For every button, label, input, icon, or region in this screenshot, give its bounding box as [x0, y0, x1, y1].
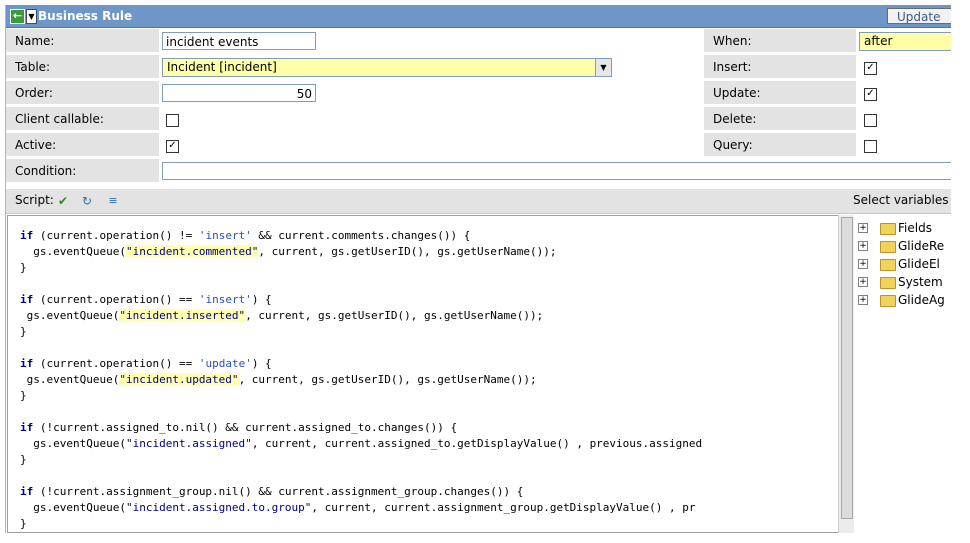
expand-icon[interactable]: +	[858, 223, 868, 233]
variables-tree: + Fields + GlideRe + GlideEl + System + …	[854, 215, 951, 533]
insert-checkbox[interactable]: ✓	[864, 62, 877, 75]
expand-icon[interactable]: +	[858, 241, 868, 251]
code-line: if (!current.assignment_group.nil() && c…	[20, 485, 524, 498]
context-menu-icon[interactable]: ▼	[26, 9, 37, 24]
client-callable-checkbox[interactable]	[166, 114, 179, 127]
code-line: gs.eventQueue("incident.updated", curren…	[20, 373, 537, 386]
expand-icon[interactable]: +	[858, 295, 868, 305]
code-line: }	[20, 453, 27, 466]
row-client-callable: Client callable: Delete:	[6, 106, 951, 132]
tree-item-label: GlideAg	[898, 293, 945, 307]
code-line: if (!current.assigned_to.nil() && curren…	[20, 421, 458, 434]
when-label: When:	[704, 29, 856, 53]
tree-item-label: System	[898, 275, 943, 289]
script-toolbar: Script: ✔ ↻ ≡ Select variables	[6, 189, 951, 214]
condition-label: Condition:	[6, 159, 159, 183]
name-input[interactable]: incident events	[162, 32, 316, 50]
query-label: Query:	[704, 133, 856, 157]
row-table: Table: Incident [incident] ▼ Insert: ✓	[6, 54, 951, 80]
tree-item-label: GlideEl	[898, 257, 940, 271]
tree-item-label: GlideRe	[898, 239, 945, 253]
code-line: if (current.operation() != 'insert' && c…	[20, 229, 471, 242]
row-active: Active: ✓ Query:	[6, 132, 951, 158]
chevron-down-icon[interactable]: ▼	[595, 59, 611, 76]
code-line: gs.eventQueue("incident.commented", curr…	[20, 245, 557, 258]
code-line: gs.eventQueue("incident.assigned.to.grou…	[20, 501, 696, 514]
script-scrollbar[interactable]	[838, 215, 854, 533]
script-label: Script:	[15, 193, 54, 207]
code-line: }	[20, 517, 27, 530]
code-line: }	[20, 325, 27, 338]
delete-label: Delete:	[704, 107, 856, 131]
row-condition: Condition:	[6, 158, 951, 184]
form-header: ← ▼ Business Rule Update	[6, 5, 951, 28]
check-syntax-icon[interactable]: ✔	[56, 194, 70, 208]
client-callable-label: Client callable:	[6, 107, 159, 131]
script-code: if (current.operation() != 'insert' && c…	[8, 216, 838, 532]
folder-icon	[880, 277, 896, 289]
folder-icon	[880, 295, 896, 307]
code-line: }	[20, 389, 27, 402]
condition-input[interactable]	[162, 162, 951, 180]
table-label: Table:	[6, 55, 159, 79]
update-checkbox[interactable]: ✓	[864, 88, 877, 101]
script-tree-icon[interactable]: ≡	[106, 194, 120, 208]
when-select[interactable]: after	[859, 32, 951, 51]
form-title: Business Rule	[38, 9, 133, 23]
scrollbar-thumb[interactable]	[841, 217, 853, 519]
folder-icon	[880, 241, 896, 253]
code-line: gs.eventQueue("incident.assigned", curre…	[20, 437, 703, 450]
expand-icon[interactable]: +	[858, 259, 868, 269]
order-input[interactable]: 50	[162, 84, 316, 102]
select-variables-label: Select variables	[853, 193, 949, 207]
table-select[interactable]: Incident [incident] ▼	[162, 58, 612, 77]
order-label: Order:	[6, 81, 159, 105]
active-label: Active:	[6, 133, 159, 157]
code-line: }	[20, 261, 27, 274]
tree-item-label: Fields	[898, 221, 932, 235]
delete-checkbox[interactable]	[864, 114, 877, 127]
expand-icon[interactable]: +	[858, 277, 868, 287]
folder-icon	[880, 259, 896, 271]
row-name: Name: incident events When: after	[6, 28, 951, 54]
query-checkbox[interactable]	[864, 140, 877, 153]
update-label: Update:	[704, 81, 856, 105]
code-line: gs.eventQueue("incident.inserted", curre…	[20, 309, 544, 322]
back-arrow-icon[interactable]: ←	[10, 9, 25, 24]
business-rule-form: ← ▼ Business Rule Update Name: incident …	[5, 5, 951, 533]
script-editor[interactable]: if (current.operation() != 'insert' && c…	[7, 215, 839, 533]
name-label: Name:	[6, 29, 159, 53]
when-value: after	[864, 34, 893, 48]
row-order: Order: 50 Update: ✓	[6, 80, 951, 106]
folder-icon	[880, 223, 896, 235]
insert-label: Insert:	[704, 55, 856, 79]
code-line: if (current.operation() == 'insert') {	[20, 293, 272, 306]
toggle-syntax-icon[interactable]: ↻	[80, 194, 94, 208]
table-value: Incident [incident]	[167, 60, 277, 74]
code-line: if (current.operation() == 'update') {	[20, 357, 272, 370]
active-checkbox[interactable]: ✓	[166, 140, 179, 153]
update-button[interactable]: Update	[887, 8, 951, 24]
